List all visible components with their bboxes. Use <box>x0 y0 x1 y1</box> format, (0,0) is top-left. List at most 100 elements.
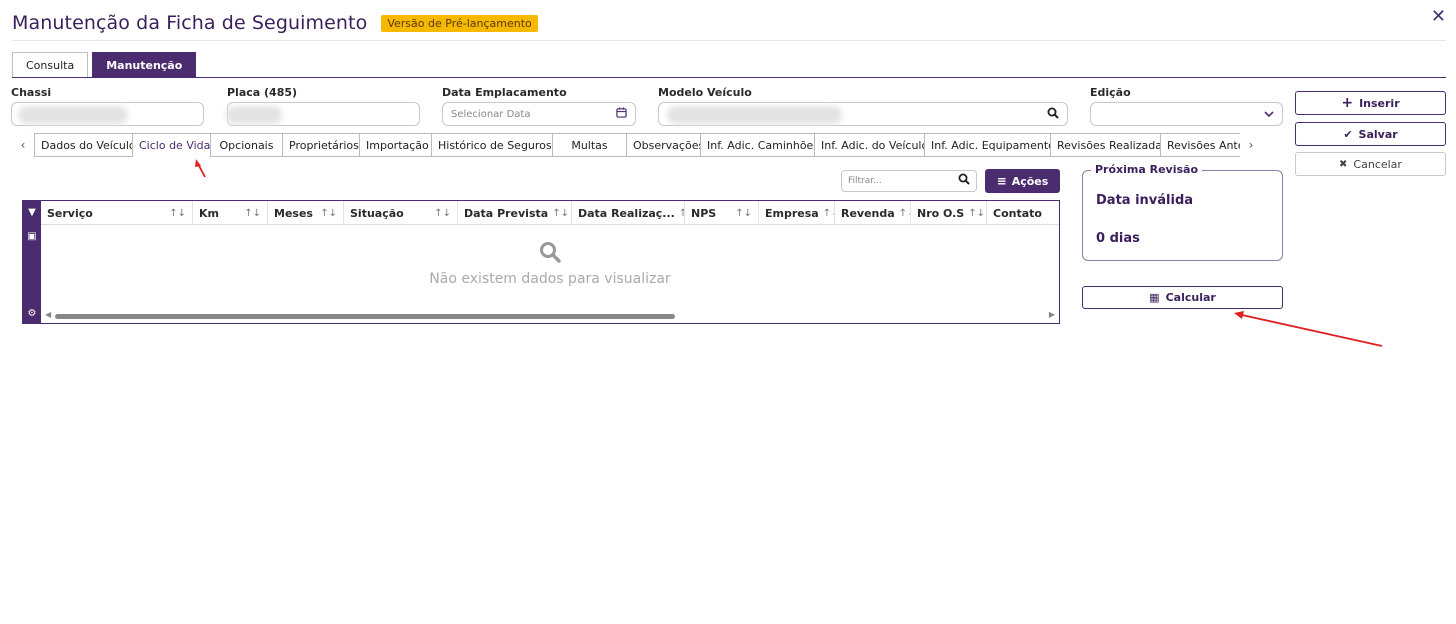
tab-ciclo-de-vida[interactable]: Ciclo de Vida <box>132 133 210 157</box>
edicao-select[interactable] <box>1090 102 1283 126</box>
sort-icon[interactable]: ↑↓ <box>899 208 910 219</box>
col-label: Km <box>199 206 219 220</box>
tab-importacao[interactable]: Importação <box>359 133 431 157</box>
tab-multas[interactable]: Multas <box>552 133 626 157</box>
grid-side-toolbar: ▼ ▣ ⚙ <box>23 201 41 323</box>
col-data-prevista[interactable]: Data Prevista ↑↓ <box>458 201 572 225</box>
edicao-label: Edição <box>1090 86 1131 99</box>
calcular-label: Calcular <box>1165 291 1216 304</box>
modelo-veiculo-label: Modelo Veículo <box>658 86 752 99</box>
grid-header: Serviço ↑↓ Km ↑↓ Meses ↑↓ Situação ↑↓ Data P… <box>41 201 1059 225</box>
filter-placeholder: Filtrar... <box>848 176 882 186</box>
sort-icon[interactable]: ↑↓ <box>552 208 569 219</box>
tab-inf-equipamento[interactable]: Inf. Adic. Equipamento <box>924 133 1050 157</box>
empty-state: Não existem dados para visualizar <box>41 241 1059 287</box>
proxima-revisao-legend: Próxima Revisão <box>1091 163 1203 176</box>
col-label: Data Prevista <box>464 206 549 220</box>
main-tabs: Consulta Manutenção <box>12 52 197 77</box>
scroll-right-icon[interactable]: ▶ <box>1049 310 1055 319</box>
excel-icon[interactable]: ▣ <box>23 231 41 242</box>
inserir-button[interactable]: + Inserir <box>1295 91 1446 115</box>
col-situacao[interactable]: Situação ↑↓ <box>344 201 458 225</box>
calendar-icon[interactable] <box>616 107 627 121</box>
search-icon <box>41 241 1059 269</box>
modelo-veiculo-field[interactable] <box>658 102 1068 126</box>
title-bar: Manutenção da Ficha de Seguimento Versão… <box>12 8 538 38</box>
tab-observacoes[interactable]: Observações <box>626 133 700 157</box>
sub-tabs: ‹ Dados do Veículo Ciclo de Vida Opciona… <box>12 133 1284 157</box>
prerelease-badge: Versão de Pré-lançamento <box>381 14 538 32</box>
search-icon[interactable] <box>1047 107 1059 122</box>
col-nro-os[interactable]: Nro O.S ↑↓ <box>911 201 987 225</box>
col-label: Meses <box>274 206 313 220</box>
col-contato[interactable]: Contato <box>987 201 1059 225</box>
col-meses[interactable]: Meses ↑↓ <box>268 201 344 225</box>
scroll-thumb[interactable] <box>55 314 675 319</box>
col-km[interactable]: Km ↑↓ <box>193 201 268 225</box>
placa-label: Placa (485) <box>227 86 298 99</box>
filter-icon[interactable]: ▼ <box>23 207 41 218</box>
chassi-field[interactable] <box>11 102 204 126</box>
col-label: Situação <box>350 206 404 220</box>
proxima-revisao-days: 0 dias <box>1096 231 1140 246</box>
cancelar-button[interactable]: ✖ Cancelar <box>1295 152 1446 176</box>
tab-inf-caminhoes[interactable]: Inf. Adic. Caminhões <box>700 133 814 157</box>
sort-icon[interactable]: ↑↓ <box>320 208 337 219</box>
check-icon: ✔ <box>1343 127 1353 141</box>
data-emplacamento-label: Data Emplacamento <box>442 86 567 99</box>
tab-consulta[interactable]: Consulta <box>12 52 89 77</box>
title-divider <box>12 40 1446 41</box>
cancelar-label: Cancelar <box>1353 157 1402 171</box>
proxima-revisao-date: Data inválida <box>1096 193 1194 208</box>
sort-icon[interactable]: ↑↓ <box>735 208 752 219</box>
tabs-prev-icon[interactable]: ‹ <box>12 133 34 157</box>
search-icon[interactable] <box>958 173 970 189</box>
col-label: Revenda <box>841 206 895 220</box>
scroll-left-icon[interactable]: ◀ <box>45 310 51 319</box>
empty-message: Não existem dados para visualizar <box>429 271 671 287</box>
page-title: Manutenção da Ficha de Seguimento <box>12 12 368 34</box>
annotation-arrow-calcular <box>1234 311 1383 347</box>
calcular-button[interactable]: ▦ Calcular <box>1082 286 1283 309</box>
salvar-button[interactable]: ✔ Salvar <box>1295 122 1446 146</box>
data-emplacamento-field[interactable]: Selecionar Data <box>442 102 636 126</box>
col-servico[interactable]: Serviço ↑↓ <box>41 201 193 225</box>
salvar-label: Salvar <box>1358 127 1398 141</box>
tab-inf-veiculo[interactable]: Inf. Adic. do Veículo <box>814 133 924 157</box>
horizontal-scrollbar[interactable]: ◀ ▶ <box>41 310 1059 321</box>
sort-icon[interactable]: ↑↓ <box>169 208 186 219</box>
col-data-realizacao[interactable]: Data Realizaç...↑↓ <box>572 201 685 225</box>
tabs-divider <box>12 77 1446 78</box>
close-icon[interactable]: ✕ <box>1431 6 1446 27</box>
tab-opcionais[interactable]: Opcionais <box>210 133 282 157</box>
tab-proprietarios[interactable]: Proprietários <box>282 133 359 157</box>
col-revenda[interactable]: Revenda ↑↓ <box>835 201 911 225</box>
tab-dados-veiculo[interactable]: Dados do Veículo <box>34 133 132 157</box>
placa-field[interactable] <box>226 102 420 126</box>
menu-icon: ≡ <box>996 174 1007 188</box>
x-icon: ✖ <box>1339 158 1348 170</box>
inserir-label: Inserir <box>1359 96 1400 110</box>
annotation-arrow-ciclo-de-vida <box>195 159 206 178</box>
calculator-icon: ▦ <box>1149 291 1160 304</box>
filter-input[interactable]: Filtrar... <box>841 170 977 192</box>
redacted-value <box>18 106 128 124</box>
sort-icon[interactable]: ↑↓ <box>968 208 985 219</box>
sort-icon[interactable]: ↑↓ <box>244 208 261 219</box>
tab-manutencao[interactable]: Manutenção <box>92 52 197 77</box>
col-label: NPS <box>691 206 717 220</box>
gear-icon[interactable]: ⚙ <box>23 308 41 319</box>
chevron-down-icon <box>1264 107 1274 121</box>
acoes-button[interactable]: ≡ Ações <box>985 169 1060 193</box>
col-label: Nro O.S <box>917 206 965 220</box>
tabs-next-icon[interactable]: › <box>1240 133 1262 157</box>
sort-icon[interactable]: ↑↓ <box>434 208 451 219</box>
sort-icon[interactable]: ↑↓ <box>823 208 834 219</box>
tab-historico-seguros[interactable]: Histórico de Seguros <box>431 133 552 157</box>
tab-revisoes-realizadas[interactable]: Revisões Realizadas <box>1050 133 1160 157</box>
tab-revisoes-anteriores[interactable]: Revisões Ante <box>1160 133 1240 157</box>
col-empresa[interactable]: Empresa ↑↓ <box>759 201 835 225</box>
col-nps[interactable]: NPS ↑↓ <box>685 201 759 225</box>
data-grid: ▼ ▣ ⚙ Serviço ↑↓ Km ↑↓ Meses ↑↓ Situação ↑↓ … <box>22 200 1060 324</box>
date-placeholder: Selecionar Data <box>451 108 531 120</box>
